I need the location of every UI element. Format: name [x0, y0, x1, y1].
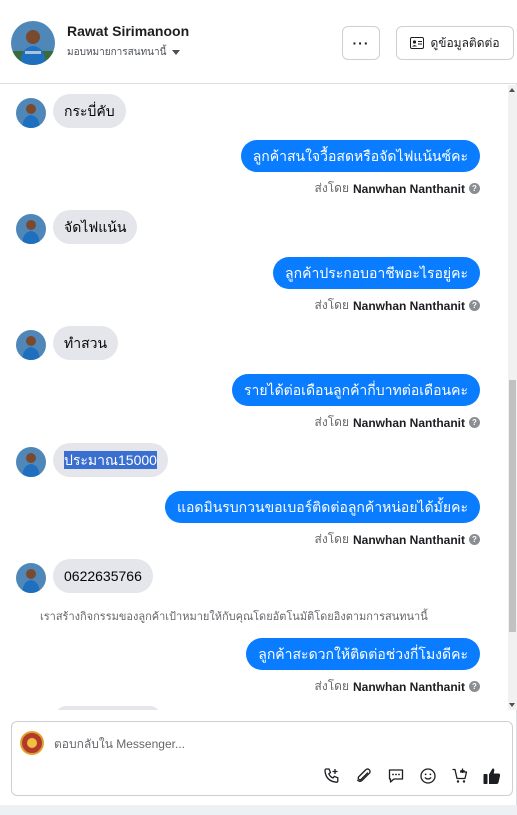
- incoming-message-bubble[interactable]: ทำสวน: [53, 326, 119, 360]
- more-options-button[interactable]: ···: [342, 26, 380, 60]
- contact-name: Rawat Sirimanoon: [67, 23, 190, 39]
- sender-name[interactable]: Nanwhan Nanthanit: [353, 533, 465, 547]
- contact-mini-avatar: [16, 330, 46, 360]
- cart-icon[interactable]: [449, 766, 470, 787]
- message-row-incoming: จัดไฟแน้น: [0, 210, 507, 244]
- scroll-thumb[interactable]: [509, 380, 516, 632]
- saved-reply-icon[interactable]: [385, 766, 406, 787]
- outgoing-message-bubble[interactable]: ลูกค้าประกอบอาชีพอะไรอยู่คะ: [273, 257, 480, 289]
- outgoing-message-bubble[interactable]: ลูกค้าสนใจวื้อสดหรือจัดไฟแน้นซ์คะ: [240, 140, 480, 172]
- outgoing-message-bubble[interactable]: รายได้ต่อเดือนลูกค้ากี่บาทต่อเดือนคะ: [231, 374, 480, 406]
- scroll-up-arrow-icon[interactable]: [509, 88, 515, 92]
- reply-input[interactable]: [54, 734, 354, 754]
- message-scrollbar[interactable]: [508, 85, 517, 710]
- call-add-icon[interactable]: [321, 766, 342, 787]
- sent-by-label: ส่งโดย Nanwhan Nanthanit ?: [315, 530, 480, 549]
- help-icon[interactable]: ?: [469, 417, 480, 428]
- help-icon[interactable]: ?: [469, 534, 480, 545]
- help-icon[interactable]: ?: [469, 300, 480, 311]
- help-icon[interactable]: ?: [469, 681, 480, 692]
- message-row-outgoing: ลูกค้าประกอบอาชีพอะไรอยู่คะ ส่งโดย Nanwh…: [0, 257, 507, 313]
- automation-note: เราสร้างกิจกรรมของลูกค้าเป้าหมายให้กับคุ…: [40, 611, 428, 623]
- message-row-incoming: ทำสวน: [0, 326, 507, 360]
- sent-by-label: ส่งโดย Nanwhan Nanthanit ?: [315, 413, 480, 432]
- message-row-incoming: ประมาณ15000: [0, 443, 507, 477]
- sent-by-prefix: ส่งโดย: [314, 415, 349, 429]
- page-avatar: [20, 731, 44, 755]
- sent-by-label: ส่งโดย Nanwhan Nanthanit ?: [315, 179, 480, 198]
- reply-composer: [11, 721, 513, 796]
- sender-name[interactable]: Nanwhan Nanthanit: [353, 182, 465, 196]
- selected-text[interactable]: ประมาณ15000: [64, 451, 157, 469]
- message-row-incoming: 0622635766: [0, 559, 507, 593]
- sent-by-prefix: ส่งโดย: [314, 679, 349, 693]
- like-icon[interactable]: [481, 766, 502, 787]
- message-row-outgoing: แอดมินรบกวนขอเบอร์ติดต่อลูกค้าหน่อยได้มั…: [0, 491, 507, 547]
- sent-by-prefix: ส่งโดย: [314, 298, 349, 312]
- outgoing-message-bubble[interactable]: แอดมินรบกวนขอเบอร์ติดต่อลูกค้าหน่อยได้มั…: [164, 491, 480, 523]
- sent-by-label: ส่งโดย Nanwhan Nanthanit ?: [315, 296, 480, 315]
- conversation-header: Rawat Sirimanoon มอบหมายการสนทนานี้ ··· …: [0, 0, 517, 84]
- composer-toolbar: [321, 765, 502, 787]
- scroll-down-arrow-icon[interactable]: [509, 703, 515, 707]
- conversation-panel: Rawat Sirimanoon มอบหมายการสนทนานี้ ··· …: [0, 0, 517, 805]
- more-options-label: ···: [352, 35, 370, 51]
- assign-conversation-dropdown[interactable]: มอบหมายการสนทนานี้: [67, 45, 181, 60]
- sender-name[interactable]: Nanwhan Nanthanit: [353, 299, 465, 313]
- contact-card-icon: [410, 37, 425, 49]
- sent-by-prefix: ส่งโดย: [314, 532, 349, 546]
- help-icon[interactable]: ?: [469, 183, 480, 194]
- sent-by-prefix: ส่งโดย: [314, 181, 349, 195]
- contact-mini-avatar: [16, 214, 46, 244]
- sent-by-label: ส่งโดย Nanwhan Nanthanit ?: [315, 677, 480, 696]
- attachment-icon[interactable]: [353, 766, 374, 787]
- assign-label: มอบหมายการสนทนานี้: [67, 47, 167, 58]
- contact-mini-avatar: [16, 98, 46, 128]
- view-contact-info-label: ดูข้อมูลติดต่อ: [430, 35, 500, 50]
- incoming-message-bubble[interactable]: ประมาณ15000: [53, 443, 168, 477]
- caret-down-icon: [172, 50, 181, 55]
- partial-incoming-bubble: [56, 706, 160, 710]
- message-row-outgoing: ลูกค้าสะดวกให้ติดต่อช่วงกี่โมงดีคะ ส่งโด…: [0, 638, 507, 694]
- message-row-outgoing: รายได้ต่อเดือนลูกค้ากี่บาทต่อเดือนคะ ส่ง…: [0, 374, 507, 430]
- contact-mini-avatar: [16, 563, 46, 593]
- view-contact-info-button[interactable]: ดูข้อมูลติดต่อ: [396, 26, 514, 60]
- message-thread: กระบี่คับ ลูกค้าสนใจวื้อสดหรือจัดไฟแน้นซ…: [0, 85, 507, 710]
- emoji-icon[interactable]: [417, 766, 438, 787]
- incoming-message-bubble[interactable]: 0622635766: [53, 559, 153, 593]
- sender-name[interactable]: Nanwhan Nanthanit: [353, 416, 465, 430]
- message-row-incoming: กระบี่คับ: [0, 94, 507, 128]
- message-row-outgoing: ลูกค้าสนใจวื้อสดหรือจัดไฟแน้นซ์คะ ส่งโดย…: [0, 140, 507, 196]
- incoming-message-bubble[interactable]: กระบี่คับ: [53, 94, 126, 128]
- contact-mini-avatar: [16, 447, 46, 477]
- contact-avatar[interactable]: [11, 21, 55, 65]
- outgoing-message-bubble[interactable]: ลูกค้าสะดวกให้ติดต่อช่วงกี่โมงดีคะ: [246, 638, 480, 670]
- incoming-message-bubble[interactable]: จัดไฟแน้น: [53, 210, 138, 244]
- sender-name[interactable]: Nanwhan Nanthanit: [353, 680, 465, 694]
